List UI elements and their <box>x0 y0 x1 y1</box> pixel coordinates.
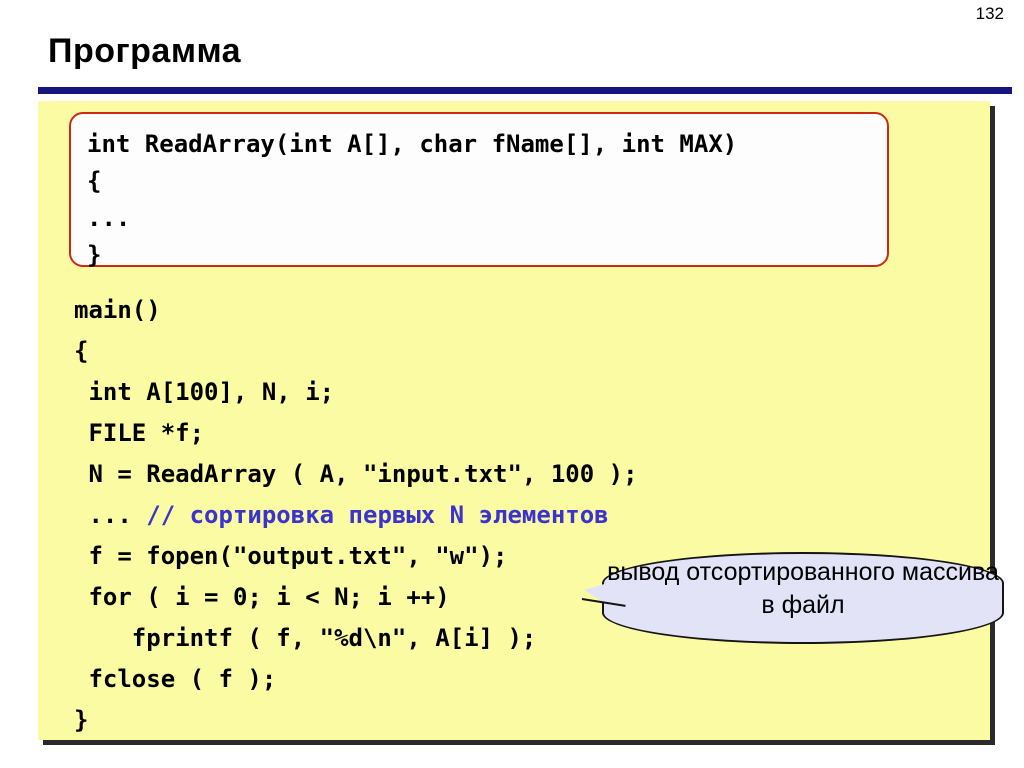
code-text: { <box>74 337 89 365</box>
page-title: Программа <box>48 32 242 70</box>
content-panel: int ReadArray(int A[], char fName[], int… <box>38 101 990 740</box>
page-number: 132 <box>975 4 1004 23</box>
code-line: ... <box>87 204 131 232</box>
code-text: } <box>74 706 89 734</box>
code-text: fclose ( f ); <box>74 665 277 693</box>
code-line: FILE *f; <box>74 413 974 454</box>
function-prototype-code: int ReadArray(int A[], char fName[], int… <box>71 114 887 274</box>
code-line: main() <box>74 290 974 331</box>
code-line: int ReadArray(int A[], char fName[], int… <box>87 130 738 158</box>
code-text: int A[100], N, i; <box>74 378 335 406</box>
callout-text: вывод отсортированного массива в файл <box>607 558 999 619</box>
code-line: int A[100], N, i; <box>74 372 974 413</box>
code-line: ... // сортировка первых N элементов <box>74 495 974 536</box>
code-text: main() <box>74 296 161 324</box>
title-divider <box>38 87 1012 94</box>
code-text: for ( i = 0; i < N; i ++) <box>74 583 450 611</box>
code-text: ... <box>74 501 147 529</box>
code-text: fprintf ( f, "%d\n", A[i] ); <box>74 624 537 652</box>
code-line: } <box>74 700 974 741</box>
code-text: FILE *f; <box>74 419 205 447</box>
code-comment: // сортировка первых N элементов <box>146 501 609 529</box>
code-text: f = fopen("output.txt", "w"); <box>74 542 508 570</box>
code-line: { <box>87 167 102 195</box>
code-line: fclose ( f ); <box>74 659 974 700</box>
code-text: N = ReadArray ( A, "input.txt", 100 ); <box>74 460 638 488</box>
code-line: N = ReadArray ( A, "input.txt", 100 ); <box>74 454 974 495</box>
main-function-code: main() { int A[100], N, i; FILE *f; N = … <box>74 290 974 741</box>
function-prototype-box: int ReadArray(int A[], char fName[], int… <box>69 112 889 269</box>
code-line: } <box>87 241 102 269</box>
code-line: { <box>74 331 974 372</box>
callout-bubble: вывод отсортированного массива в файл <box>581 552 1004 644</box>
